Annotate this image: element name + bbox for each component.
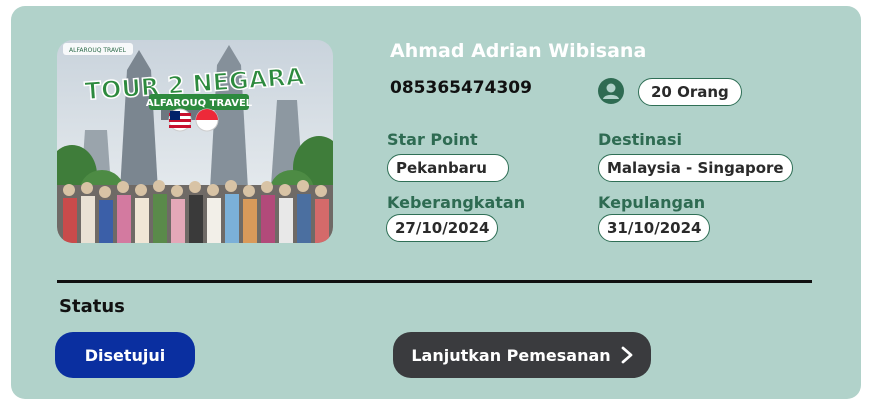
departure-label: Keberangkatan <box>387 193 526 212</box>
tour-photo: TOUR 2 NEGARA ALFAROUQ TRAVEL ALFAROUQ T… <box>57 40 333 243</box>
destination-label: Destinasi <box>598 130 682 149</box>
user-icon <box>598 78 624 104</box>
customer-phone: 085365474309 <box>390 78 532 98</box>
start-point-value: Pekanbaru <box>387 154 509 182</box>
continue-booking-label: Lanjutkan Pemesanan <box>411 345 611 365</box>
status-label: Status <box>59 296 125 317</box>
chevron-right-icon <box>621 346 633 364</box>
start-point-label: Star Point <box>387 130 478 149</box>
destination-value: Malaysia - Singapore <box>598 154 793 182</box>
customer-name: Ahmad Adrian Wibisana <box>390 40 647 62</box>
participants-badge: 20 Orang <box>638 78 742 106</box>
continue-booking-button[interactable]: Lanjutkan Pemesanan <box>393 332 651 378</box>
return-label: Kepulangan <box>598 193 706 212</box>
departure-date: 27/10/2024 <box>386 214 499 242</box>
status-badge: Disetujui <box>55 332 195 378</box>
tour-subtitle: ALFAROUQ TRAVEL <box>146 98 253 109</box>
return-date: 31/10/2024 <box>598 214 711 242</box>
status-badge-label: Disetujui <box>84 345 166 365</box>
brand-logo: ALFAROUQ TRAVEL <box>69 47 127 54</box>
divider <box>57 280 812 283</box>
